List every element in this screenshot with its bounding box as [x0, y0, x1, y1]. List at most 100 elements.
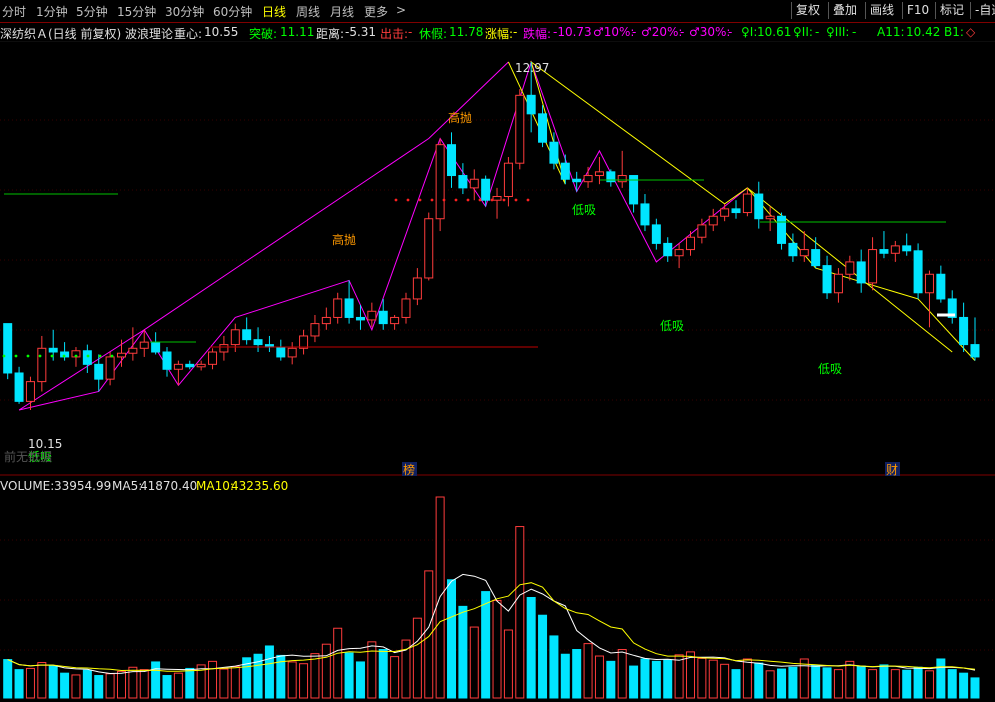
- watchlist-button[interactable]: -自选: [970, 2, 995, 19]
- rest-value: 11.78: [449, 25, 484, 39]
- volume-bar: [173, 672, 183, 699]
- volume-bar: [777, 668, 787, 699]
- resistance-dot: [466, 198, 470, 202]
- volume-bar: [788, 666, 798, 699]
- volume-bar: [697, 657, 707, 699]
- volume-bar: [208, 660, 218, 699]
- volume-bar: [378, 649, 388, 699]
- support-dot: [62, 354, 66, 358]
- a11-label: A11:: [877, 25, 905, 39]
- tab-1min[interactable]: 1分钟: [36, 3, 68, 20]
- candle-body: [367, 310, 377, 321]
- resistance-dot: [442, 198, 446, 202]
- tab-daily[interactable]: 日线: [262, 3, 286, 20]
- ma10-value: 43235.60: [231, 479, 289, 493]
- volume-bar: [868, 669, 878, 699]
- candle-body: [583, 175, 593, 183]
- volume-bar: [412, 617, 422, 699]
- tab-monthly[interactable]: 月线: [330, 3, 354, 20]
- f10-button[interactable]: F10: [902, 2, 933, 19]
- candle-body: [242, 329, 252, 341]
- volume-bar: [310, 653, 320, 699]
- candle-body: [640, 203, 650, 226]
- peak-price-label: 12.97: [515, 61, 549, 75]
- volume-bar: [492, 599, 502, 699]
- candle-body: [549, 141, 559, 164]
- candle-body: [185, 363, 195, 368]
- volume-bar: [185, 667, 195, 699]
- male10-value: -: [632, 25, 637, 39]
- volume-bar: [458, 605, 468, 699]
- resistance-dot: [394, 198, 398, 202]
- candle-body: [435, 144, 445, 220]
- volume-bar: [959, 672, 969, 699]
- tab-60min[interactable]: 60分钟: [213, 3, 252, 20]
- candle-body: [833, 273, 843, 294]
- tab-weekly[interactable]: 周线: [296, 3, 320, 20]
- candle-body: [685, 236, 695, 251]
- volume-bar: [230, 666, 240, 699]
- volume-bar: [424, 570, 434, 699]
- volume-bar: [3, 659, 13, 699]
- resistance-dot: [478, 198, 482, 202]
- candle-body: [276, 346, 286, 358]
- tab-30min[interactable]: 30分钟: [165, 3, 204, 20]
- no-data-label: 前无数据: [4, 449, 52, 464]
- center-value: 10.55: [204, 25, 239, 39]
- candle-body: [116, 352, 126, 358]
- volume-bar: [913, 666, 923, 699]
- volume-value: 33954.99: [54, 479, 112, 493]
- tab-more[interactable]: 更多: [364, 3, 388, 20]
- candle-body: [492, 196, 502, 201]
- volume-infobar: VOLUME: 33954.99 MA5: 41870.40 MA10: 432…: [0, 478, 995, 494]
- chevron-right-icon[interactable]: >: [396, 3, 406, 17]
- candle-body: [731, 208, 741, 214]
- fall-label: 跌幅:: [523, 27, 552, 41]
- volume-bar: [25, 667, 35, 699]
- female1-value: 10.61: [757, 25, 792, 39]
- tab-5min[interactable]: 5分钟: [76, 3, 108, 20]
- resistance-dot: [418, 198, 422, 202]
- main-chart[interactable]: 12.9710.15高抛高抛低吸低吸低吸低吸前无数据榜财: [0, 0, 995, 702]
- restore-rights-button[interactable]: 复权: [791, 2, 824, 19]
- candle-body: [299, 335, 309, 349]
- candle-body: [538, 113, 548, 143]
- candle-body: [515, 94, 525, 164]
- volume-bar: [82, 669, 92, 699]
- tab-intraday[interactable]: 分时: [2, 3, 26, 20]
- volume-bar: [355, 661, 365, 699]
- candle-body: [253, 339, 263, 346]
- volume-bar: [526, 597, 536, 699]
- ranking-badge: 榜: [403, 462, 415, 477]
- candle-body: [959, 316, 969, 346]
- volume-label: VOLUME:: [0, 479, 55, 493]
- draw-line-button[interactable]: 画线: [865, 2, 898, 19]
- candle-body: [14, 372, 24, 402]
- candle-body: [196, 363, 206, 368]
- volume-bar: [924, 670, 934, 699]
- volume-bar: [685, 651, 695, 699]
- volume-bar: [617, 649, 627, 699]
- candle-body: [651, 224, 661, 244]
- female1-label: ♀I:: [741, 25, 758, 39]
- candle-body: [913, 250, 923, 294]
- volume-bar: [583, 643, 593, 699]
- volume-bar: [833, 669, 843, 699]
- volume-bar: [811, 664, 821, 699]
- chart-grid: [0, 40, 995, 651]
- candle-body: [799, 249, 809, 257]
- candle-body: [572, 178, 582, 183]
- distance-value: -5.31: [345, 25, 377, 39]
- mark-button[interactable]: 标记: [935, 2, 968, 19]
- overlay-button[interactable]: 叠加: [828, 2, 861, 19]
- volume-bar: [219, 668, 229, 699]
- volume-bar: [606, 660, 616, 699]
- volume-bar: [321, 643, 331, 699]
- candle-body: [173, 363, 183, 370]
- support-dot: [98, 354, 102, 358]
- volume-bar: [856, 665, 866, 699]
- resistance-dot: [526, 198, 530, 202]
- candle-body: [469, 178, 479, 189]
- volume-bar: [731, 669, 741, 699]
- tab-15min[interactable]: 15分钟: [117, 3, 156, 20]
